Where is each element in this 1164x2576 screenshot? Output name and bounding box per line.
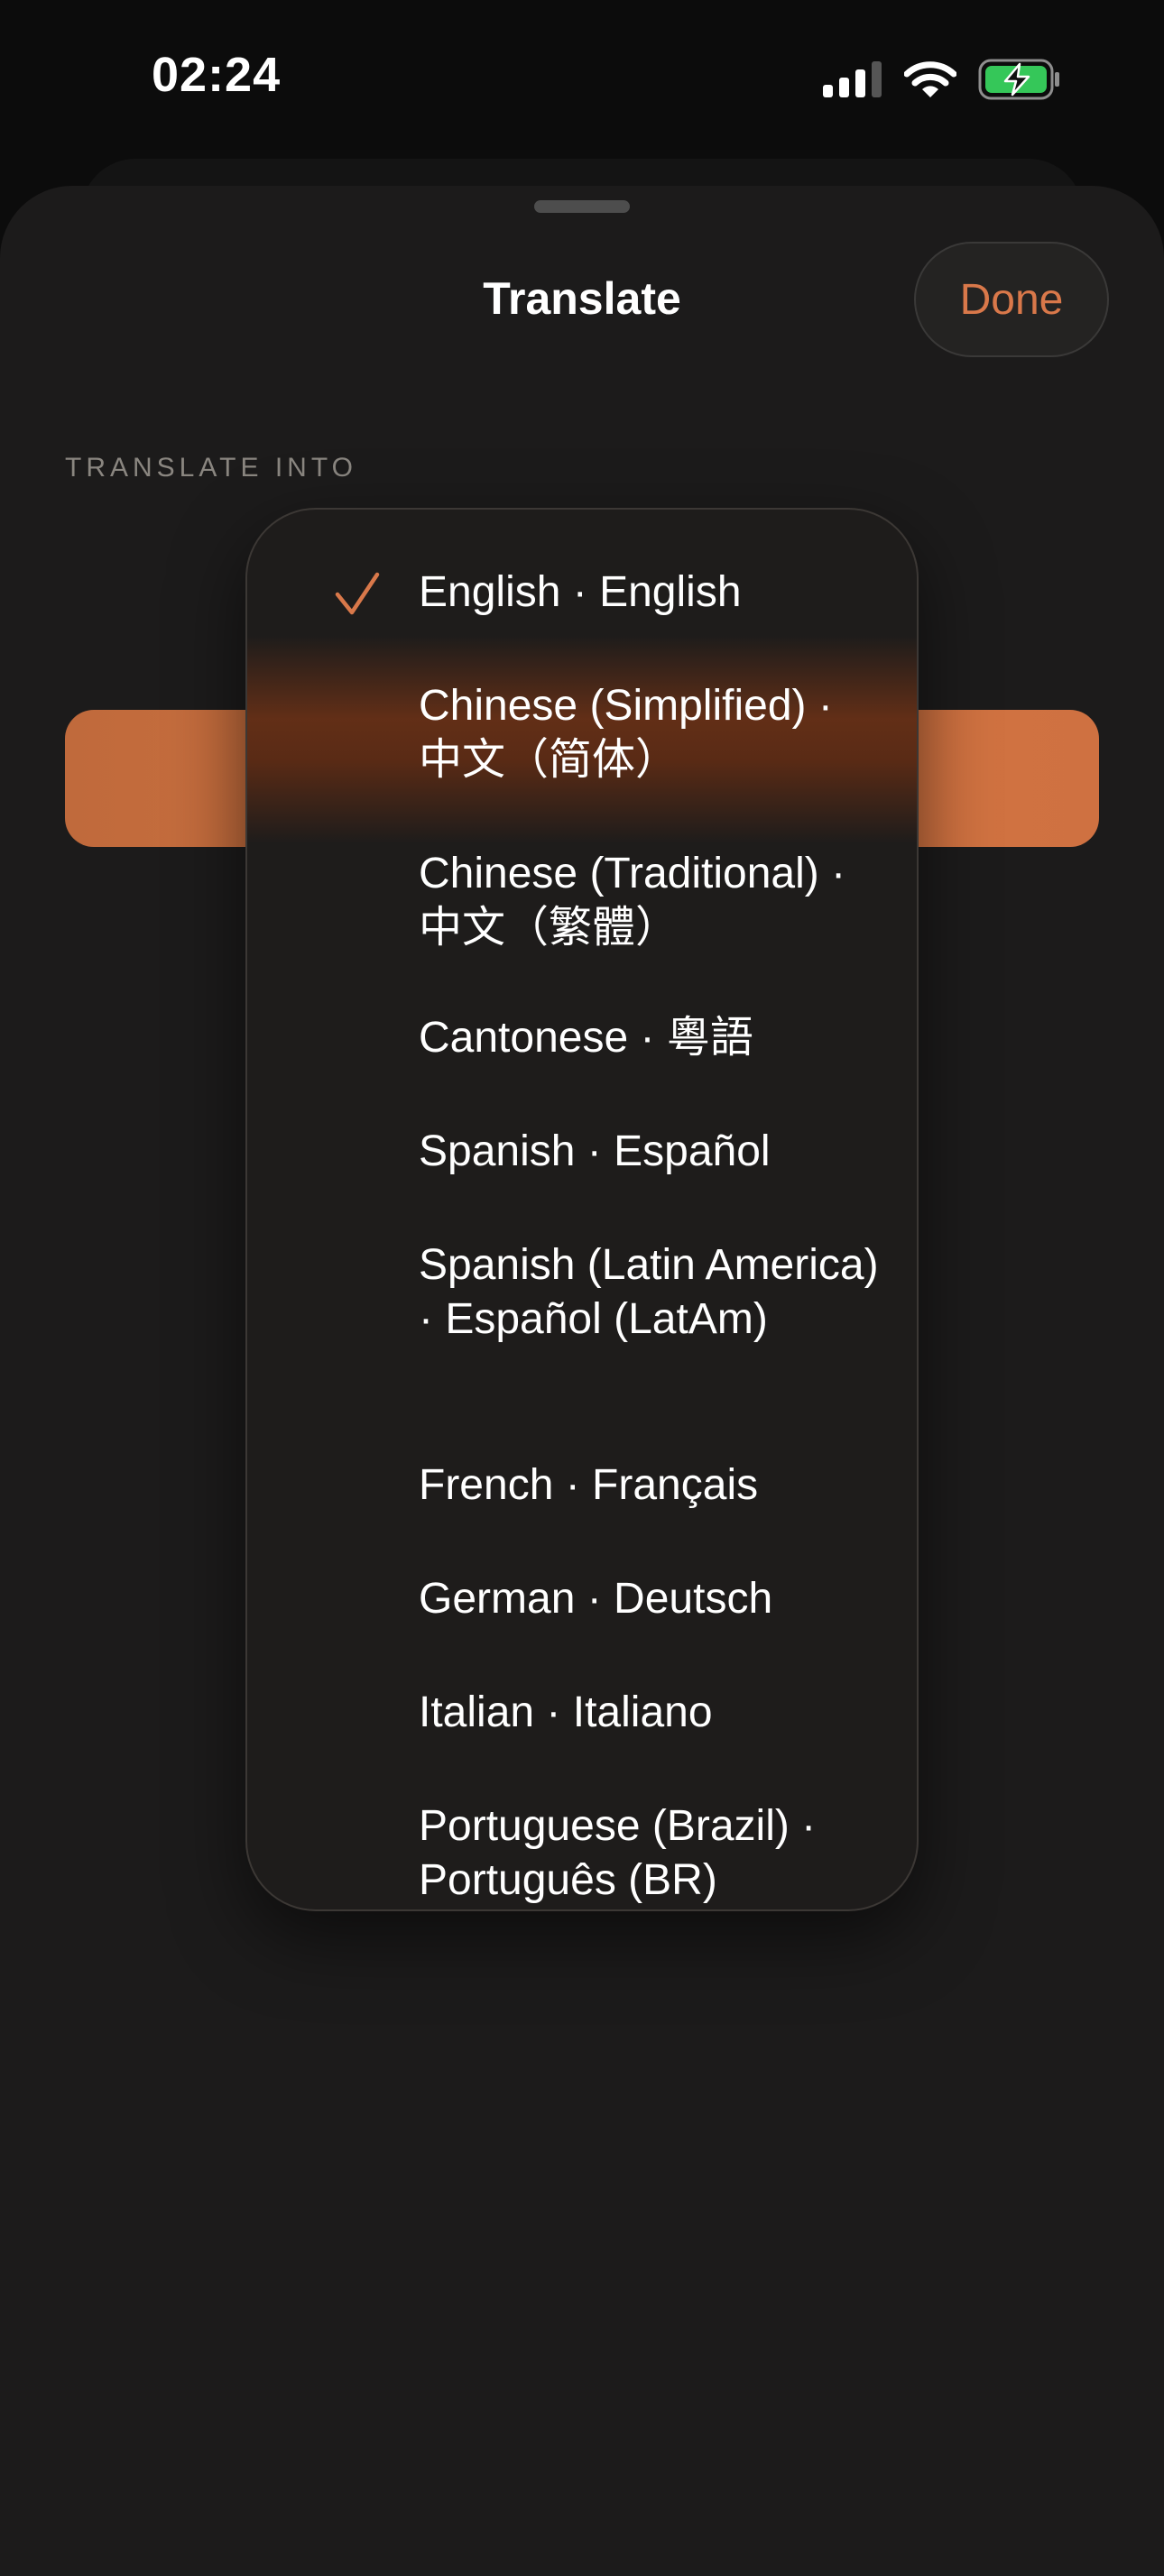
menu-item-english[interactable]: English · English bbox=[419, 566, 888, 620]
menu-item-chinese-simplified[interactable]: Chinese (Simplified) · 中文（简体） bbox=[419, 679, 888, 787]
menu-item-chinese-traditional[interactable]: Chinese (Traditional) · 中文（繁體） bbox=[419, 847, 888, 955]
menu-item-portuguese-brazil[interactable]: Portuguese (Brazil) · Português (BR) bbox=[419, 1799, 888, 1908]
menu-item-french[interactable]: French · Français bbox=[419, 1458, 888, 1513]
wifi-icon bbox=[904, 61, 956, 97]
battery-charging-icon bbox=[978, 59, 1059, 100]
status-bar: 02:24 bbox=[0, 0, 1164, 153]
checkmark-icon bbox=[335, 572, 380, 615]
sheet-grabber[interactable] bbox=[534, 200, 630, 213]
language-menu[interactable]: English · English Chinese (Simplified) ·… bbox=[245, 508, 919, 1911]
menu-item-spanish-latam[interactable]: Spanish (Latin America) · Español (LatAm… bbox=[419, 1238, 888, 1347]
menu-item-spanish[interactable]: Spanish · Español bbox=[419, 1125, 888, 1179]
status-time: 02:24 bbox=[152, 48, 282, 102]
section-label: TRANSLATE INTO bbox=[65, 453, 357, 483]
menu-item-german[interactable]: German · Deutsch bbox=[419, 1572, 888, 1626]
done-button[interactable]: Done bbox=[914, 242, 1109, 357]
menu-item-cantonese[interactable]: Cantonese · 粵語 bbox=[419, 1011, 888, 1065]
menu-item-italian[interactable]: Italian · Italiano bbox=[419, 1686, 888, 1740]
status-icons bbox=[823, 58, 1061, 101]
cellular-signal-icon bbox=[823, 61, 882, 97]
